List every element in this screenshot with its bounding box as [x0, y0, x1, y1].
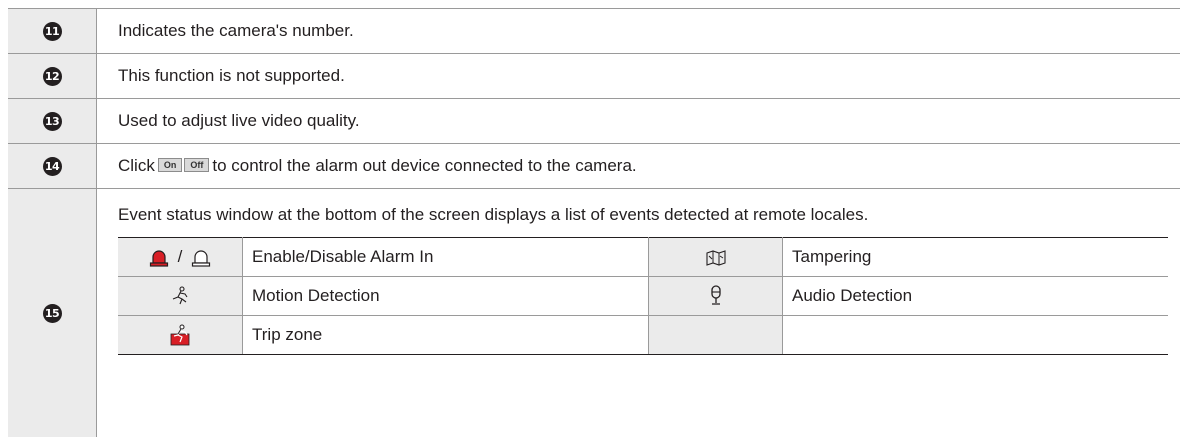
event-icon-table: / Enable/Disable Alarm In Tampering Moti… — [118, 237, 1168, 355]
empty-label-cell — [782, 315, 1168, 355]
empty-icon-cell — [648, 315, 783, 355]
number-badge: 13 — [42, 111, 62, 131]
audio-detection-icon — [710, 285, 721, 305]
table-row: 12 This function is not supported. — [8, 54, 1180, 99]
event-icon-cell — [118, 315, 243, 355]
description-cell: Used to adjust live video quality. — [118, 111, 360, 130]
number-cell: 15 — [8, 189, 97, 437]
event-icon-cell — [648, 276, 783, 316]
event-label: Trip zone — [242, 315, 649, 355]
table-row: 14 Click On Off to control the alarm out… — [8, 144, 1180, 189]
event-label: Tampering — [782, 237, 1168, 277]
on-button[interactable]: On — [157, 158, 183, 172]
event-label: Enable/Disable Alarm In — [242, 237, 649, 277]
event-row: Trip zone — [118, 315, 1168, 355]
trip-zone-icon — [170, 324, 190, 346]
description-table: 11 Indicates the camera's number. 12 Thi… — [8, 8, 1180, 437]
number-cell: 13 — [8, 99, 97, 143]
table-row: 15 Event status window at the bottom of … — [8, 189, 1180, 437]
number-badge: 11 — [42, 21, 62, 41]
number-badge: 15 — [42, 303, 62, 323]
description-cell: Event status window at the bottom of the… — [97, 189, 1180, 437]
tampering-icon — [705, 249, 726, 266]
event-row: Motion Detection Audio Detection — [118, 276, 1168, 316]
event-label: Audio Detection — [782, 276, 1168, 316]
table-row: 11 Indicates the camera's number. — [8, 8, 1180, 54]
alarm-enabled-icon — [149, 249, 168, 267]
number-badge: 12 — [42, 66, 62, 86]
number-cell: 12 — [8, 54, 97, 98]
event-row: / Enable/Disable Alarm In Tampering — [118, 237, 1168, 277]
number-cell: 11 — [8, 9, 97, 53]
alarm-out-text: to control the alarm out device connecte… — [212, 156, 637, 175]
event-icon-cell: / — [118, 237, 243, 277]
description-cell: Click On Off to control the alarm out de… — [97, 144, 1180, 188]
table-row: 13 Used to adjust live video quality. — [8, 99, 1180, 144]
number-badge: 14 — [42, 156, 62, 176]
event-status-description: Event status window at the bottom of the… — [118, 205, 869, 224]
number-cell: 14 — [8, 144, 97, 188]
alarm-separator: / — [177, 247, 183, 266]
description-cell: This function is not supported. — [118, 66, 345, 85]
event-icon-cell — [118, 276, 243, 316]
off-button[interactable]: Off — [184, 158, 210, 172]
description-cell: Indicates the camera's number. — [118, 21, 354, 40]
click-text: Click — [118, 156, 155, 175]
motion-detection-icon — [172, 286, 188, 305]
event-icon-cell — [648, 237, 783, 277]
alarm-disabled-icon — [191, 249, 211, 267]
event-label: Motion Detection — [242, 276, 649, 316]
